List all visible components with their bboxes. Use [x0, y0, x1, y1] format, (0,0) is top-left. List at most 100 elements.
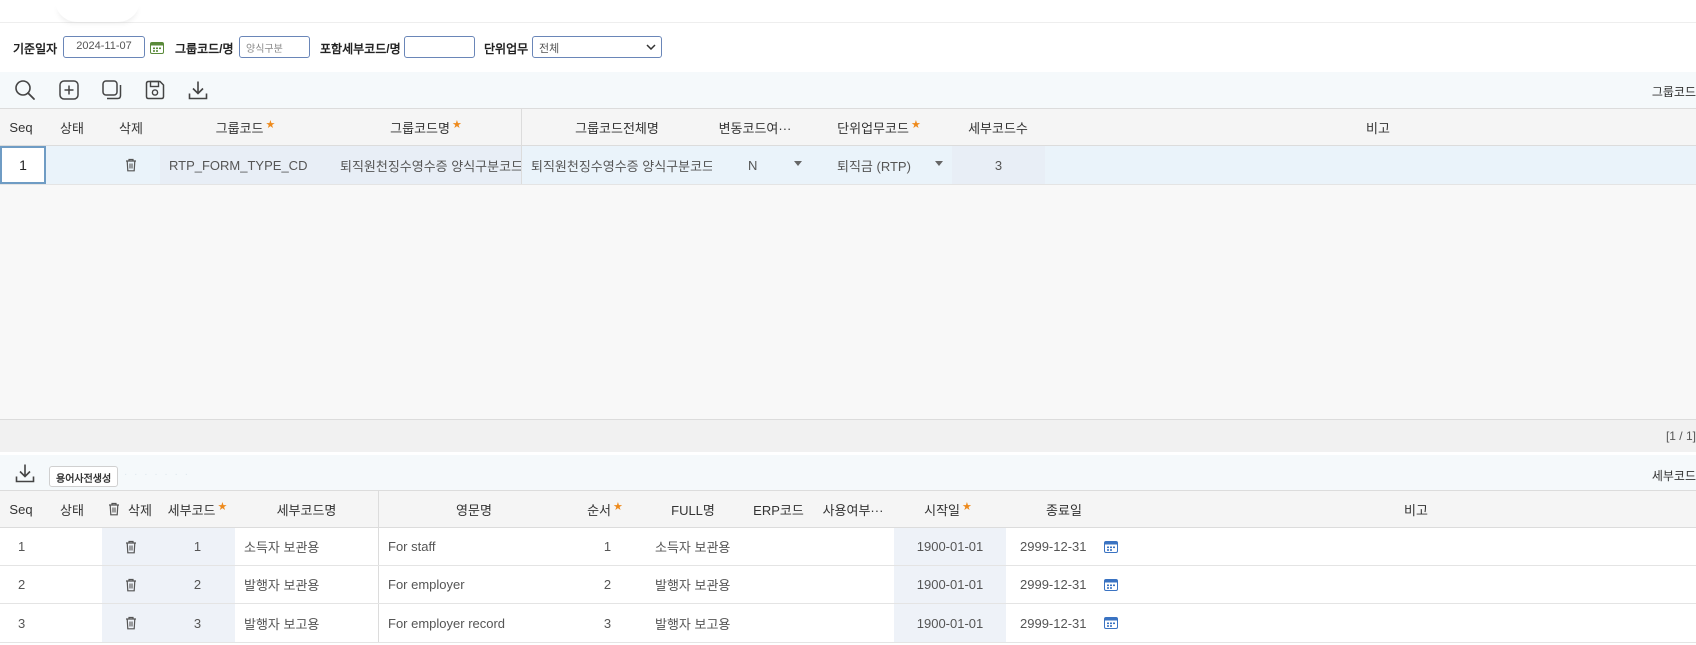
search-button[interactable] [12, 78, 38, 102]
trash-icon[interactable] [125, 158, 137, 172]
col-group-full-name[interactable]: 그룹코드전체명 [522, 109, 712, 145]
group-row-seq[interactable]: 1 [0, 146, 46, 184]
detail-table-row[interactable]: 2 2 발행자 보관용 For employer 2 발행자 보관용 1900-… [0, 566, 1696, 604]
col-full-name[interactable]: FULL명 [641, 491, 745, 527]
detail-row-full-name[interactable]: 소득자 보관용 [646, 528, 750, 565]
detail-row-english-name[interactable]: For employer record [379, 604, 569, 642]
group-row-code[interactable]: RTP_FORM_TYPE_CD [160, 146, 331, 184]
group-row-remark[interactable] [1045, 146, 1696, 184]
detail-row-use-flag[interactable] [812, 604, 894, 642]
col-end-date[interactable]: 종료일 [1002, 491, 1126, 527]
detail-row-english-name[interactable]: For staff [379, 528, 569, 565]
group-row-delete[interactable] [102, 146, 160, 184]
dropdown-arrow-icon[interactable] [935, 161, 943, 166]
group-section-label: 그룹코드 [1651, 85, 1696, 99]
detail-row-full-name[interactable]: 발행자 보관용 [646, 566, 750, 603]
detail-row-end-date[interactable]: 2999-12-31 [1006, 604, 1126, 642]
base-date-input[interactable]: 2024-11-07 [63, 36, 145, 58]
col-group-code-label: 그룹코드 [215, 120, 264, 136]
col-use-flag[interactable]: 사용여부··· [812, 491, 894, 527]
detail-row-start-date[interactable]: 1900-01-01 [894, 604, 1006, 642]
col-seq[interactable]: Seq [0, 109, 42, 145]
detail-row-name[interactable]: 발행자 보고용 [235, 604, 378, 642]
detail-table-row[interactable]: 3 3 발행자 보고용 For employer record 3 발행자 보고… [0, 604, 1696, 643]
group-code-label: 그룹코드/명 [175, 42, 234, 56]
detail-row-delete[interactable] [102, 566, 160, 603]
col-status[interactable]: 상태 [42, 491, 102, 527]
detail-row-full-name[interactable]: 발행자 보고용 [646, 604, 750, 642]
detail-row-code[interactable]: 3 [160, 604, 235, 642]
add-button[interactable] [56, 78, 82, 102]
group-grid-pager: [1 / 1] [0, 420, 1696, 452]
calendar-icon[interactable] [1104, 540, 1118, 553]
group-table-row[interactable]: 1 RTP_FORM_TYPE_CD 퇴직원천징수영수증 양식구분코드 퇴직원천… [0, 146, 1696, 185]
save-button[interactable] [142, 78, 168, 102]
col-delete[interactable]: 삭제 [100, 491, 160, 527]
col-remark[interactable]: 비고 [1044, 109, 1696, 145]
trash-icon[interactable] [125, 540, 137, 554]
dictionary-generate-button[interactable]: 용어사전생성 [49, 466, 119, 487]
col-group-code[interactable]: 그룹코드 ★ [160, 109, 331, 145]
detail-row-start-date[interactable]: 1900-01-01 [894, 528, 1006, 565]
group-row-full-name[interactable]: 퇴직원천징수영수증 양식구분코드 [522, 146, 712, 184]
detail-row-order[interactable]: 1 [569, 528, 646, 565]
detail-row-order[interactable]: 3 [569, 604, 646, 642]
dropdown-arrow-icon[interactable] [794, 161, 802, 166]
download-button[interactable] [185, 78, 211, 102]
detail-row-remark[interactable] [1126, 528, 1696, 565]
col-group-name-label: 그룹코드명 [390, 120, 450, 136]
detail-row-start-date[interactable]: 1900-01-01 [894, 566, 1006, 603]
group-row-unit-task[interactable]: 퇴직금 (RTP) [828, 146, 952, 184]
col-detail-name[interactable]: 세부코드명 [235, 491, 378, 527]
calendar-icon[interactable] [1104, 578, 1118, 591]
detail-row-end-date[interactable]: 2999-12-31 [1006, 528, 1126, 565]
detail-row-name[interactable]: 발행자 보관용 [235, 566, 378, 603]
trash-icon[interactable] [125, 616, 137, 630]
col-variable-flag[interactable]: 변동코드여··· [712, 109, 798, 145]
download-icon [187, 79, 209, 101]
col-erp-code[interactable]: ERP코드 [745, 491, 812, 527]
detail-grid-header: Seq 상태 삭제 세부코드 ★ 세부코드명 영문명 순서 ★ FULL명 ERP코… [0, 490, 1696, 528]
detail-row-order[interactable]: 2 [569, 566, 646, 603]
col-order[interactable]: 순서 ★ [569, 491, 641, 527]
detail-row-use-flag[interactable] [812, 566, 894, 603]
col-english-name[interactable]: 영문명 [379, 491, 569, 527]
col-unit-task-code[interactable]: 단위업무코드 ★ [830, 109, 928, 145]
col-start-date[interactable]: 시작일 ★ [894, 491, 1002, 527]
unit-task-select[interactable]: 전체 [532, 36, 662, 58]
group-row-variable-flag[interactable]: N [712, 146, 808, 184]
detail-row-code[interactable]: 1 [160, 528, 235, 565]
trash-icon[interactable] [108, 502, 120, 516]
detail-row-remark[interactable] [1126, 604, 1696, 642]
calendar-icon[interactable] [1104, 616, 1118, 629]
detail-row-delete[interactable] [102, 528, 160, 565]
col-detail-code[interactable]: 세부코드 ★ [160, 491, 235, 527]
col-group-name[interactable]: 그룹코드명 ★ [331, 109, 521, 145]
group-row-name[interactable]: 퇴직원천징수영수증 양식구분코드 [331, 146, 521, 184]
detail-row-use-flag[interactable] [812, 528, 894, 565]
detail-row-erp-code[interactable] [750, 566, 812, 603]
detail-row-english-name[interactable]: For employer [379, 566, 569, 603]
detail-code-label: 포함세부코드/명 [320, 42, 401, 56]
col-detail-count[interactable]: 세부코드수 [952, 109, 1044, 145]
detail-row-remark[interactable] [1126, 566, 1696, 603]
col-seq[interactable]: Seq [0, 491, 42, 527]
detail-row-code[interactable]: 2 [160, 566, 235, 603]
detail-row-delete[interactable] [102, 604, 160, 642]
detail-row-erp-code[interactable] [750, 528, 812, 565]
detail-table-row[interactable]: 1 1 소득자 보관용 For staff 1 소득자 보관용 1900-01-… [0, 528, 1696, 566]
col-status[interactable]: 상태 [42, 109, 102, 145]
detail-row-erp-code[interactable] [750, 604, 812, 642]
detail-download-button[interactable] [12, 461, 38, 485]
calendar-icon[interactable] [150, 41, 164, 54]
col-order-label: 순서 [587, 502, 612, 518]
col-remark[interactable]: 비고 [1126, 491, 1696, 527]
trash-icon[interactable] [125, 578, 137, 592]
detail-code-input[interactable] [404, 36, 475, 58]
group-code-input[interactable]: 양식구분 [239, 36, 310, 58]
col-delete-label: 삭제 [128, 502, 152, 518]
col-delete[interactable]: 삭제 [102, 109, 160, 145]
detail-row-name[interactable]: 소득자 보관용 [235, 528, 378, 565]
copy-button[interactable] [99, 78, 125, 102]
detail-row-end-date[interactable]: 2999-12-31 [1006, 566, 1126, 603]
